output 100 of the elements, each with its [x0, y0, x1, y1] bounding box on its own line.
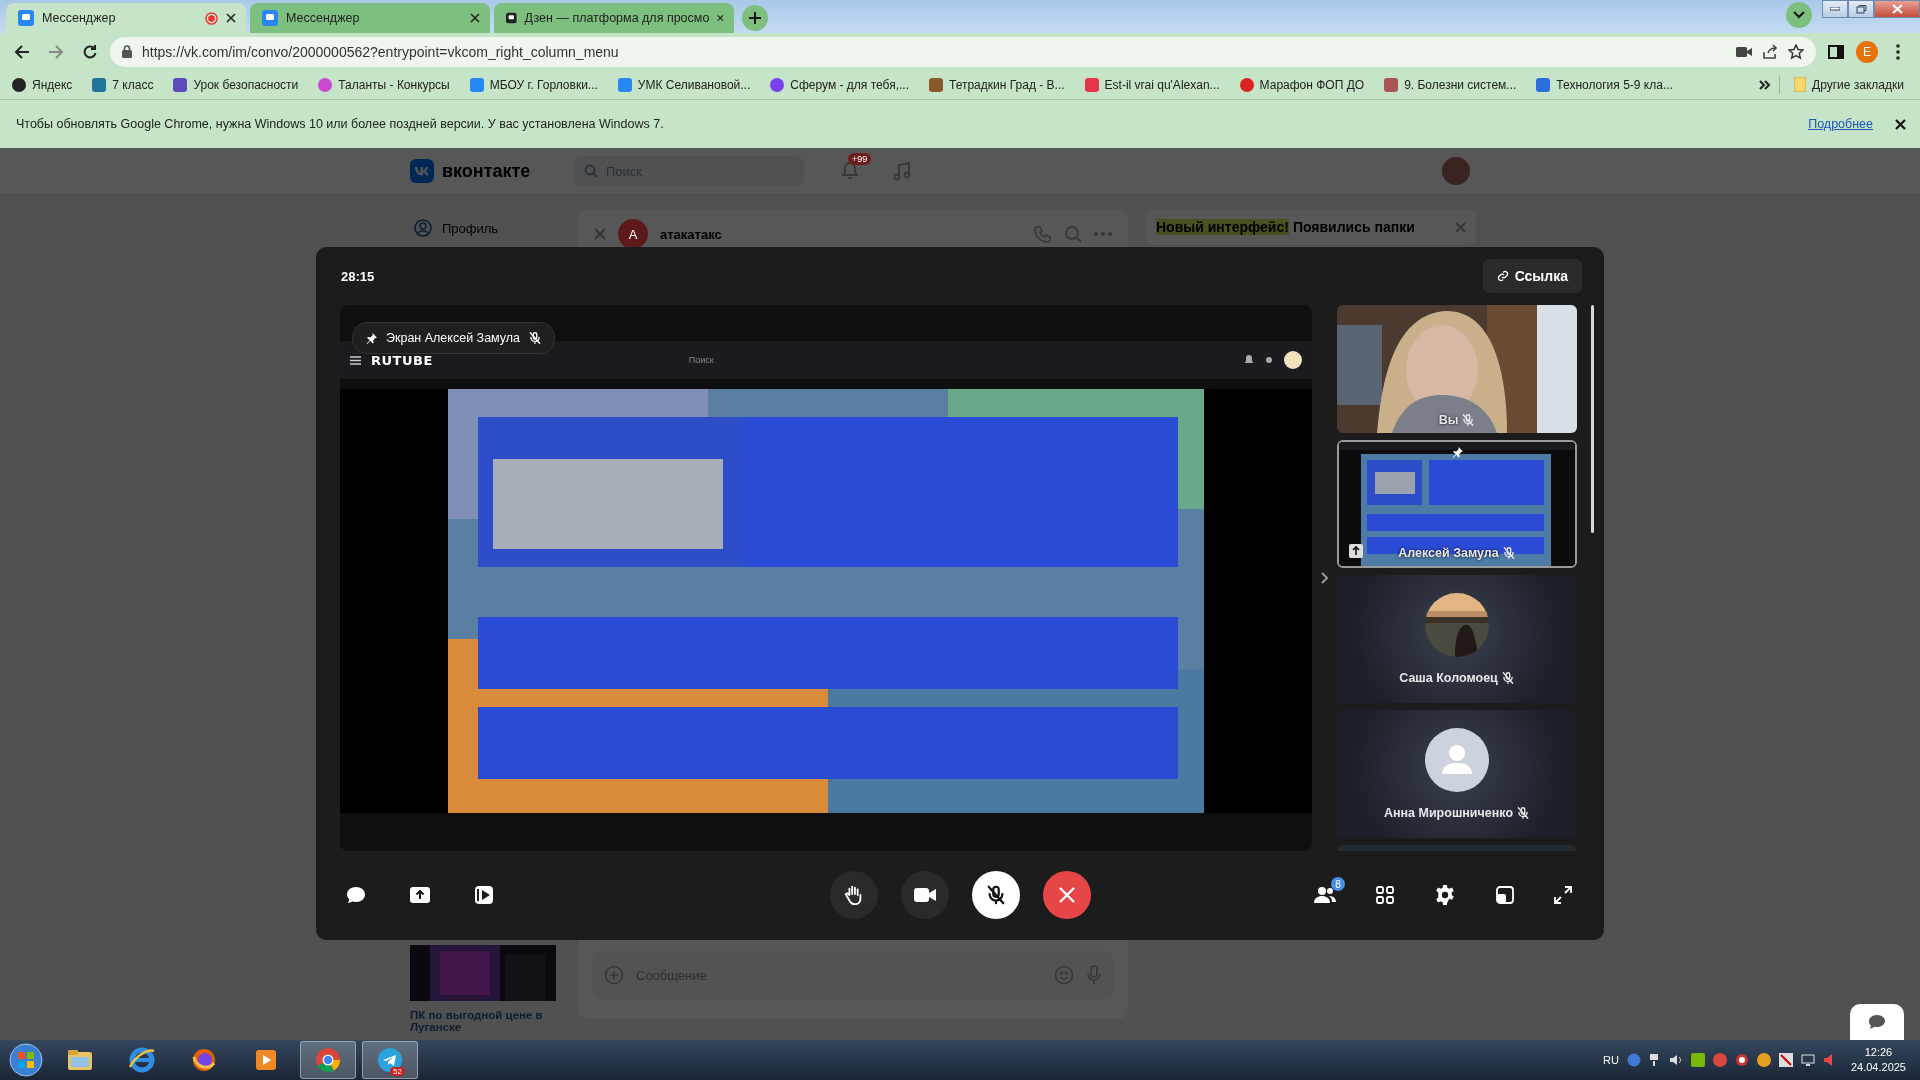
bookmark[interactable]: МБОУ г. Горловки... [463, 77, 604, 92]
browser-tab[interactable]: Дзен — платформа для просмо [494, 3, 734, 33]
menu-icon[interactable] [350, 355, 361, 365]
bookmark[interactable]: 9. Болезни систем... [1378, 77, 1523, 92]
favicon-icon [92, 77, 107, 92]
close-icon[interactable] [226, 13, 236, 23]
fullscreen-icon[interactable] [1554, 886, 1572, 904]
favicon-icon [770, 77, 785, 92]
bookmark-star-icon[interactable] [1788, 43, 1804, 60]
bookmark[interactable]: Сферум - для тебя,... [764, 77, 915, 92]
volume-icon[interactable] [1668, 1053, 1683, 1067]
flag-icon[interactable] [1778, 1053, 1793, 1067]
language-indicator[interactable]: RU [1603, 1054, 1619, 1066]
chevron-down-icon [1793, 11, 1805, 19]
speaker-icon[interactable] [1822, 1053, 1835, 1067]
grid-view-icon[interactable] [1376, 886, 1394, 904]
minimize-icon [1830, 7, 1840, 11]
window-close-button[interactable] [1874, 0, 1920, 18]
bookmark[interactable]: Таланты - Конкурсы [312, 77, 456, 92]
avatar-icon [1425, 728, 1489, 792]
screen-share-icon [1349, 544, 1363, 558]
chat-icon[interactable] [346, 885, 366, 905]
more-bookmarks-icon[interactable] [1759, 79, 1772, 90]
tab-title: Мессенджер [42, 11, 117, 25]
menu-icon [1896, 43, 1900, 60]
address-bar[interactable]: https://vk.com/im/convo/2000000562?entrypoint=vkcom_right_column_menu [110, 36, 1816, 67]
bookmark[interactable]: Урок безопасности [167, 77, 305, 92]
tray-app-icon[interactable] [1690, 1053, 1705, 1067]
infobar-message: Чтобы обновлять Google Chrome, нужна Windows 10 или более поздней версии. У вас установлена Windows 7. [16, 117, 665, 131]
minimize-button[interactable] [1822, 0, 1848, 18]
bookmark[interactable]: Яндекс [6, 77, 79, 92]
browser-tab[interactable]: Мессенджер [250, 3, 490, 33]
link-button[interactable]: Ссылка [1482, 259, 1582, 293]
banner-highlight: Новый интерфейс! [1156, 219, 1289, 235]
theme-icon[interactable] [1264, 355, 1274, 365]
share-icon[interactable] [1762, 43, 1778, 60]
bookmark[interactable]: УМК Селивановой... [611, 77, 757, 92]
rutube-logo: RUTUBE [371, 352, 433, 368]
vk-logo-icon [410, 159, 434, 183]
tab-title: Дзен — платформа для просмо [524, 11, 710, 25]
chat-icon [1868, 1014, 1886, 1030]
lock-icon [122, 45, 132, 58]
infobar-link[interactable]: Подробнее [1808, 117, 1873, 131]
chevron-right-icon[interactable] [1320, 572, 1329, 584]
bookmark[interactable]: Технология 5-9 кла... [1530, 77, 1679, 92]
participant-tile[interactable]: Анна Мирошниченко [1337, 710, 1577, 838]
participants-icon[interactable] [1314, 886, 1336, 904]
bookmark[interactable]: 7 класс [86, 77, 160, 92]
camera-icon[interactable] [1736, 45, 1752, 58]
chat-avatar: А [618, 219, 648, 249]
participant-tile[interactable]: Алексей Замула [1337, 440, 1577, 568]
chrome-button[interactable] [300, 1041, 356, 1079]
settings-icon[interactable] [1434, 884, 1456, 906]
close-icon[interactable] [717, 13, 724, 23]
favicon-icon [1084, 77, 1099, 92]
display-icon[interactable] [1800, 1053, 1815, 1067]
favicon-icon [318, 77, 333, 92]
participant-tile[interactable]: Саша Коломоец [1337, 575, 1577, 703]
clock[interactable]: 12:26 24.04.2025 [1850, 1045, 1906, 1075]
browser-tab[interactable]: Мессенджер [6, 3, 246, 33]
share-screen-icon[interactable] [410, 886, 430, 904]
close-icon [1891, 4, 1903, 14]
forward-arrow-icon [48, 43, 64, 60]
new-tab-button[interactable] [742, 5, 768, 31]
bookmark[interactable]: Марафон ФОП ДО [1233, 77, 1371, 92]
tray-app-icon[interactable] [1734, 1053, 1749, 1067]
favicon-icon [469, 77, 484, 92]
bookmark-folder[interactable]: Другие закладки [1788, 77, 1910, 92]
telegram-button[interactable]: 52 [362, 1041, 418, 1079]
favicon-icon [12, 77, 26, 92]
record-icon[interactable] [474, 885, 494, 905]
tab-search-button[interactable] [1786, 2, 1812, 28]
unread-badge: 52 [390, 1067, 405, 1076]
layout-icon[interactable] [1496, 886, 1514, 904]
folder-icon [1794, 77, 1807, 92]
network-icon[interactable] [1648, 1053, 1661, 1067]
tray-app-icon[interactable] [1756, 1053, 1771, 1067]
screen-label: Экран Алексей Замула [386, 331, 521, 345]
close-icon[interactable] [470, 13, 480, 23]
favicon-icon [1239, 77, 1254, 92]
end-call-button[interactable] [1042, 871, 1091, 919]
bell-icon[interactable] [1244, 355, 1254, 365]
reload-icon [82, 43, 98, 60]
chat-title: атакатакс [660, 226, 722, 242]
camera-icon [913, 887, 936, 903]
start-button[interactable] [6, 1041, 46, 1079]
bookmark[interactable]: Тетрадкин Град - В... [923, 77, 1071, 92]
favicon-icon [262, 10, 278, 26]
bookmark[interactable]: Est-il vrai qu'Alexan... [1078, 77, 1226, 92]
maximize-button[interactable] [1848, 0, 1874, 18]
chat-bubble-button[interactable] [1850, 1004, 1904, 1040]
windows-logo-icon [9, 1043, 43, 1077]
raise-hand-button[interactable] [829, 871, 878, 919]
help-icon[interactable] [1626, 1053, 1641, 1067]
browser-e-icon [127, 1045, 157, 1075]
close-icon[interactable] [1895, 118, 1906, 130]
microphone-button[interactable] [971, 871, 1020, 919]
vk-logo-text: вконтакте [442, 160, 531, 182]
avatar-icon[interactable] [1284, 351, 1302, 369]
camera-button[interactable] [900, 871, 949, 919]
